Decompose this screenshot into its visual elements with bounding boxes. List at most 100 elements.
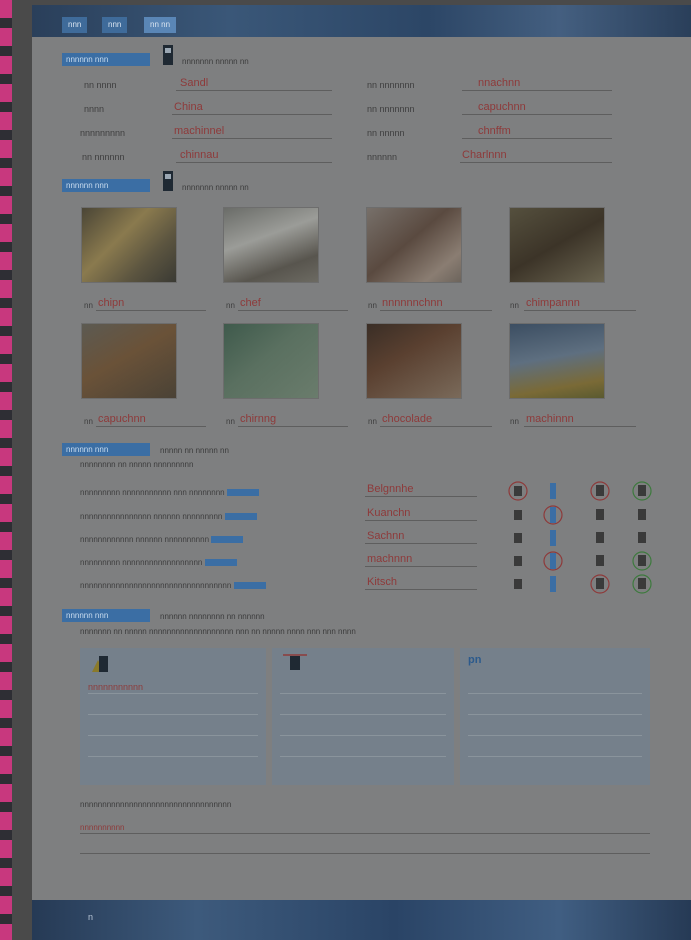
choice-row-2 — [514, 505, 646, 525]
answer-line — [460, 162, 612, 163]
answer-line — [462, 90, 612, 91]
answer-line — [80, 833, 650, 834]
answer-line — [238, 426, 348, 427]
panel-line — [468, 693, 642, 694]
column-entry-1: nnnnnnnnnnn — [88, 682, 144, 692]
word-right-3: nn nnnnn — [367, 128, 405, 138]
caption-answer-4: chimpannn — [526, 297, 580, 309]
answer-right-1: nnachnn — [478, 77, 521, 89]
sentence-answer-5: Kitsch — [367, 576, 397, 588]
photo-chef — [223, 207, 319, 283]
word-left-1: nn nnnn — [84, 80, 117, 90]
caption-answer-1: chipn — [98, 297, 125, 309]
choice-row-4 — [514, 551, 652, 571]
answer-line — [176, 90, 332, 91]
answer-left-2: China — [174, 101, 203, 113]
answer-line — [365, 496, 477, 497]
caption-answer-5: capuchnn — [98, 413, 146, 425]
caption-article: nn — [84, 301, 93, 310]
column-panel-3: pn — [460, 648, 650, 785]
exercise-label-4: nnnnnn nnn — [62, 609, 150, 622]
footer-band: n — [32, 900, 691, 940]
header-tab-3: nn nn — [144, 17, 177, 33]
header-tab-2: nnn — [102, 17, 128, 33]
exercise-label-2: nnnnnn nnn — [62, 179, 150, 192]
answer-line — [365, 566, 477, 567]
caption-article: nn — [510, 301, 519, 310]
panel-line — [280, 756, 446, 757]
answer-line — [524, 310, 636, 311]
photo-chimpanzee — [509, 207, 605, 283]
crop-bleed-strip — [0, 0, 12, 940]
answer-line — [365, 589, 477, 590]
word-left-3: nnnnnnnnn — [80, 128, 126, 138]
caption-article: nn — [368, 417, 377, 426]
column-panel-2 — [272, 648, 454, 785]
word-left-2: nnnn — [84, 104, 105, 114]
answer-right-3: chnffm — [478, 125, 511, 137]
answer-line — [176, 162, 332, 163]
figure-sign-icon — [92, 656, 108, 672]
choice-row-3 — [514, 530, 646, 546]
sentence-answer-2: Kuanchn — [367, 507, 411, 519]
sentence-4: nnnnnnnnn nnnnnnnnnnnnnnnnnn — [80, 558, 237, 567]
caption-answer-3: nnnnnnchnn — [382, 297, 443, 309]
sentence-answer-4: machnnn — [367, 553, 413, 565]
exercise-instruction-4: nnnnnn nnnnnnnn nn nnnnnn — [160, 612, 265, 621]
answer-left-4: chinnau — [180, 149, 219, 161]
panel-line — [468, 756, 642, 757]
panel-line — [468, 735, 642, 736]
panel-line — [468, 714, 642, 715]
figure-icon — [162, 171, 174, 191]
answer-left-3: machinnel — [174, 125, 225, 137]
answer-line — [365, 543, 477, 544]
sentence-2: nnnnnnnnnnnnnnnn nnnnnn nnnnnnnnn — [80, 512, 257, 521]
caption-answer-8: machinnn — [526, 413, 574, 425]
figure-arrows-icon — [283, 654, 307, 670]
workbook-page: nnn nnn nn nn nnnnnn nnn nnnnnnn nnnnn n… — [32, 5, 691, 940]
caption-answer-2: chef — [240, 297, 261, 309]
photo-woman — [366, 207, 462, 283]
panel-line — [280, 735, 446, 736]
footer-instruction: nnnnnnnnnnnnnnnnnnnnnnnnnnnnnnnnnn — [80, 800, 232, 809]
caption-article: nn — [368, 301, 377, 310]
page-number: n — [88, 912, 94, 922]
answer-line — [172, 138, 332, 139]
answer-line — [172, 114, 332, 115]
exercise-label-3: nnnnnn nnn — [62, 443, 150, 456]
word-right-2: nn nnnnnnn — [367, 104, 415, 114]
caption-answer-7: chocolade — [382, 413, 433, 425]
photo-machine — [509, 323, 605, 399]
answer-right-2: capuchnn — [478, 101, 526, 113]
answer-left-1: Sandl — [180, 77, 209, 89]
sentence-answer-1: Belgnnhe — [367, 483, 414, 495]
header-band: nnn nnn nn nn — [32, 5, 691, 37]
choice-row-1 — [508, 481, 652, 501]
answer-line — [96, 310, 206, 311]
figure-icon — [162, 45, 174, 65]
exercise-instruction-4b: nnnnnnn nn nnnnn nnnnnnnnnnnnnnnnnnn nnn… — [80, 627, 356, 636]
caption-article: nn — [84, 417, 93, 426]
exercise-instruction-2: nnnnnnn nnnnn nn — [182, 183, 249, 192]
word-left-4: nn nnnnnn — [82, 152, 125, 162]
answer-line — [462, 114, 612, 115]
caption-article: nn — [226, 301, 235, 310]
photo-chips — [81, 207, 177, 283]
answer-line — [80, 853, 650, 854]
answer-line — [96, 426, 206, 427]
exercise-label-1: nnnnnn nnn — [62, 53, 150, 66]
answer-line — [380, 426, 492, 427]
caption-article: nn — [226, 417, 235, 426]
column-heading-3: pn — [468, 654, 482, 666]
panel-line — [88, 714, 258, 715]
answer-line — [365, 520, 477, 521]
photo-surgery — [223, 323, 319, 399]
answer-line — [524, 426, 636, 427]
panel-line — [88, 693, 258, 694]
sentence-1: nnnnnnnnn nnnnnnnnnnn nnn nnnnnnnn — [80, 488, 259, 497]
word-right-4: nnnnnn — [367, 152, 398, 162]
sentence-5: nnnnnnnnnnnnnnnnnnnnnnnnnnnnnnnnnn — [80, 581, 266, 590]
answer-line — [238, 310, 348, 311]
header-tab-1: nnn — [62, 17, 88, 33]
choice-row-5 — [514, 574, 652, 594]
